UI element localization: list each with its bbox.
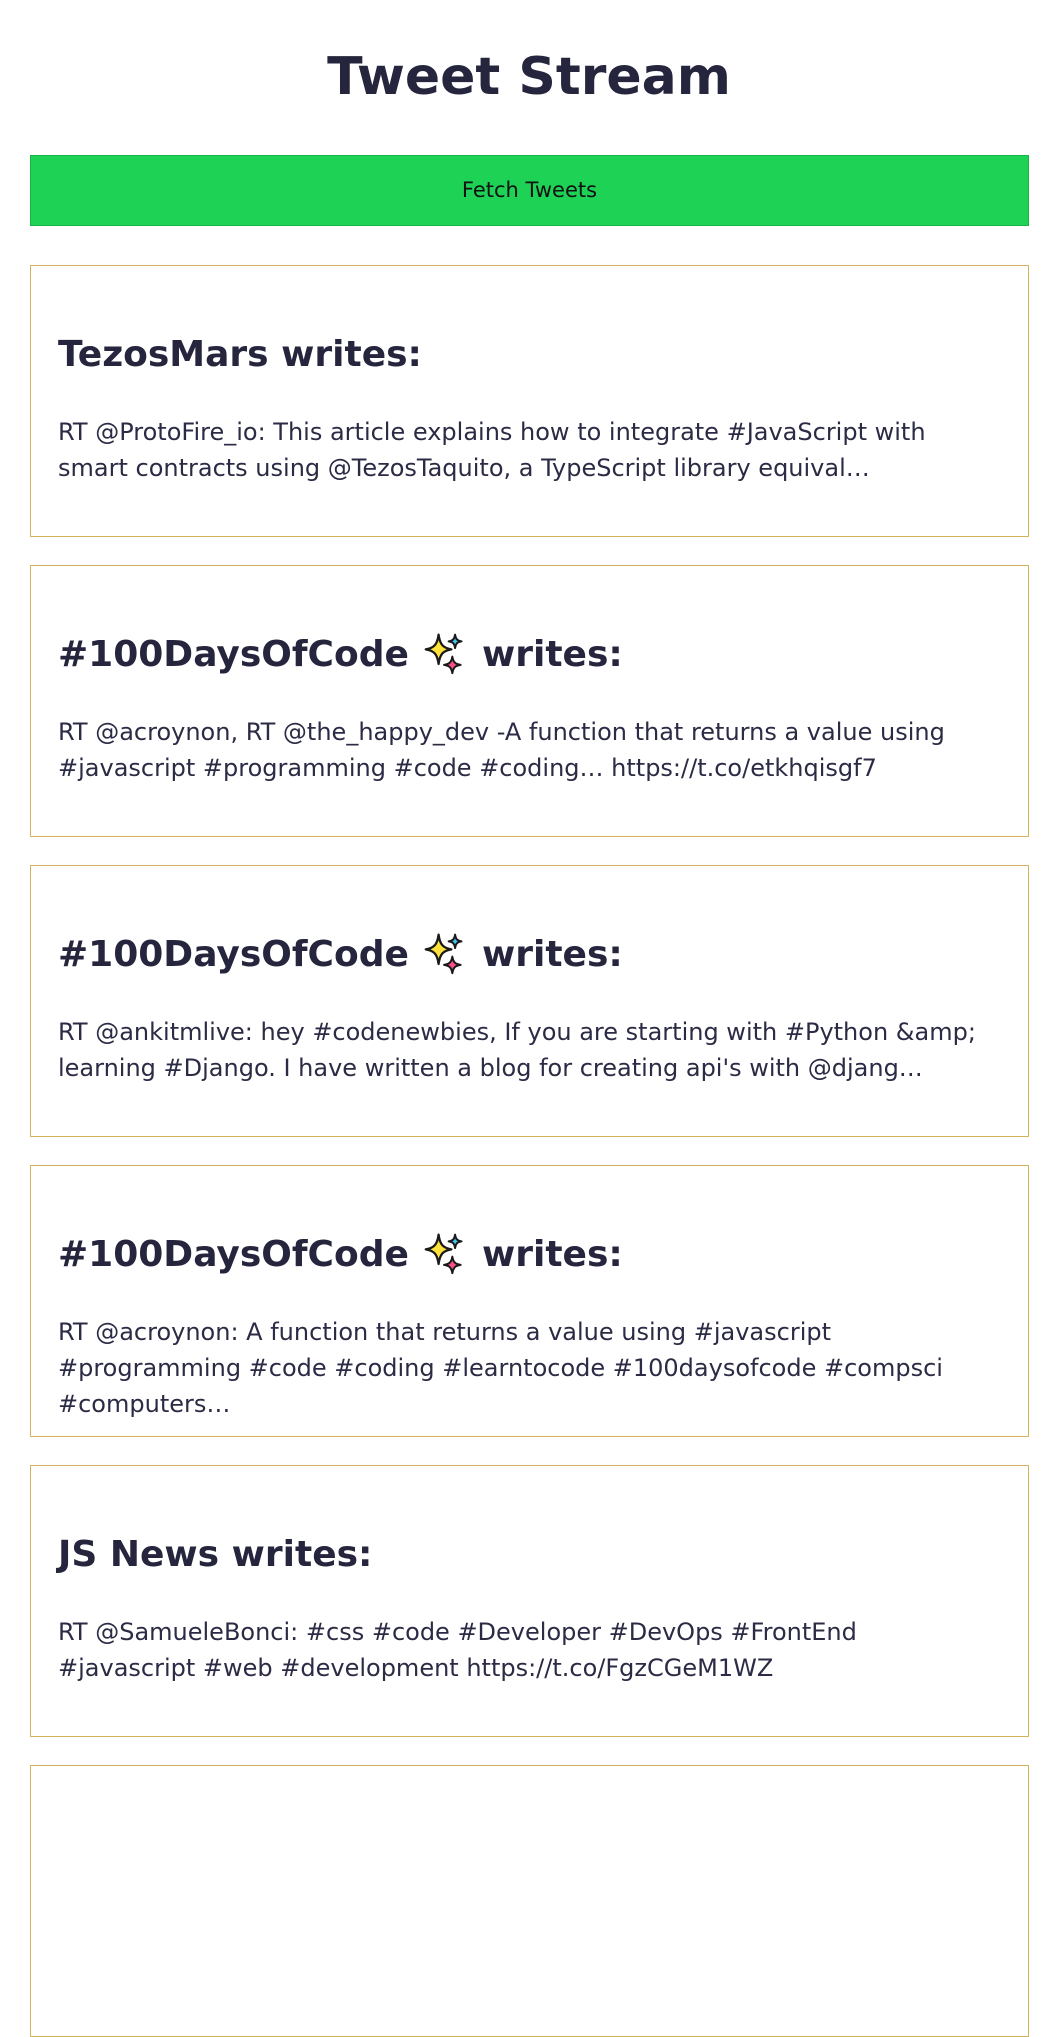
sparkles-icon (423, 1230, 467, 1280)
tweet-text: RT @acroynon, RT @the_happy_dev -A funct… (58, 718, 945, 782)
tweet-author-heading: TezosMars writes: (58, 330, 422, 380)
tweet-author: #100DaysOfCode (58, 634, 409, 675)
tweet-card: #100DaysOfCode writes: RT @acroynon, RT … (30, 565, 1029, 837)
tweet-card: #100DaysOfCode writes: RT @ankitmlive: h… (30, 865, 1029, 1137)
page-title: Tweet Stream (327, 47, 731, 107)
tweet-writes: writes: (281, 334, 422, 375)
tweet-author: #100DaysOfCode (58, 934, 409, 975)
tweet-author-heading: #100DaysOfCode writes: (58, 630, 623, 680)
tweet-card: #100DaysOfCode writes: RT @acroynon: A f… (30, 1165, 1029, 1437)
tweet-author-heading: #100DaysOfCode writes: (58, 930, 623, 980)
sparkles-icon (423, 630, 467, 680)
tweet-card: TezosMars writes: RT @ProtoFire_io: This… (30, 265, 1029, 537)
tweet-writes: writes: (481, 1234, 623, 1275)
tweet-text: RT @SamueleBonci: #css #code #Developer … (58, 1618, 857, 1682)
tweet-card: JS News writes: RT @SamueleBonci: #css #… (30, 1465, 1029, 1737)
tweet-author: #100DaysOfCode (58, 1234, 409, 1275)
tweet-writes: writes: (231, 1534, 373, 1575)
tweet-text: RT @ProtoFire_io: This article explains … (58, 418, 926, 482)
tweet-text: RT @ankitmlive: hey #codenewbies, If you… (58, 1018, 976, 1082)
tweet-author: TezosMars (58, 334, 269, 375)
tweet-author-heading: #100DaysOfCode writes: (58, 1230, 623, 1280)
tweet-card-partial (30, 1765, 1029, 2037)
tweet-author-heading: JS News writes: (58, 1530, 372, 1580)
fetch-tweets-button[interactable]: Fetch Tweets (30, 155, 1029, 226)
sparkles-icon (423, 930, 467, 980)
tweet-text: RT @acroynon: A function that returns a … (58, 1318, 943, 1418)
tweet-writes: writes: (481, 934, 623, 975)
tweet-author: JS News (58, 1534, 220, 1575)
tweet-writes: writes: (481, 634, 623, 675)
